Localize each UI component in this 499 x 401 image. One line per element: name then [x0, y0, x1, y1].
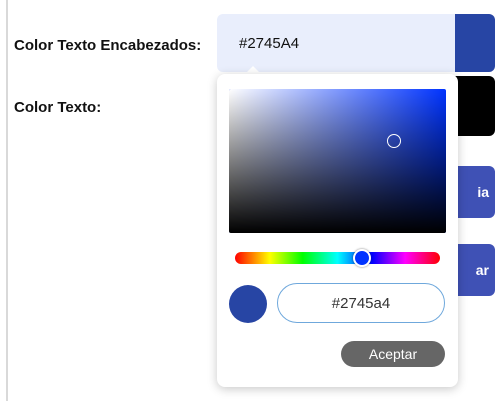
text-color-swatch[interactable] [455, 76, 495, 136]
sv-black-layer [229, 89, 446, 233]
color-picker-popover: Aceptar [217, 74, 458, 387]
accept-button-label: Aceptar [368, 346, 418, 362]
saturation-brightness-area[interactable] [229, 89, 446, 233]
sv-cursor[interactable] [386, 133, 401, 148]
hue-slider-thumb[interactable] [353, 249, 372, 267]
hue-slider[interactable] [235, 249, 440, 267]
settings-page: Color Texto Encabezados: Color Texto: #2… [0, 0, 499, 401]
header-text-color-label: Color Texto Encabezados: [14, 37, 202, 54]
side-action-button-1-label: ia [477, 184, 489, 200]
header-color-hex-field[interactable]: #2745A4 [217, 14, 457, 72]
header-color-swatch[interactable] [455, 14, 495, 72]
color-preview-circle [229, 285, 267, 323]
header-color-hex-value: #2745A4 [239, 34, 300, 52]
side-action-button-2-label: ar [475, 262, 489, 278]
accept-button[interactable]: Aceptar [341, 341, 445, 367]
text-color-label: Color Texto: [14, 99, 102, 116]
left-border [6, 0, 8, 401]
hex-color-input[interactable] [277, 283, 445, 323]
